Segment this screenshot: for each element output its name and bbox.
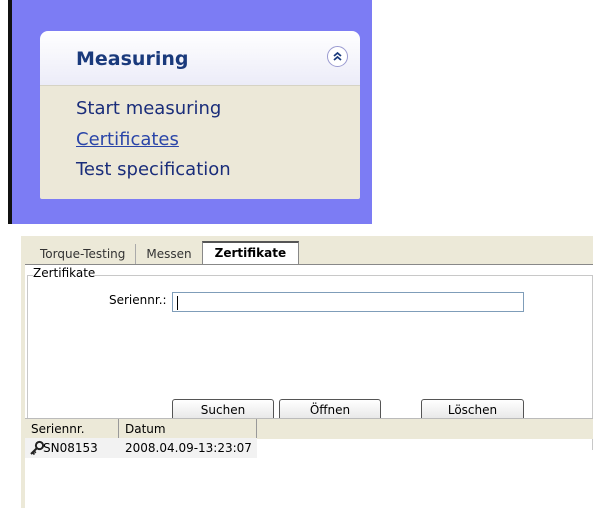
certificates-window: Torque-Testing Messen Zertifikate Zertif… (21, 236, 593, 509)
cell-date: 2008.04.09-13:23:07 (125, 441, 252, 455)
task-group-header[interactable]: Measuring (40, 31, 360, 85)
link-test-specification[interactable]: Test specification (76, 159, 231, 180)
tab-strip: Torque-Testing Messen Zertifikate (30, 241, 300, 264)
group-title: Zertifikate (33, 266, 96, 280)
task-group-body: Start measuring Certificates Test specif… (40, 85, 360, 199)
list-header: Seriennr. Datum (25, 418, 593, 439)
serial-label: Seriennr.: (109, 293, 167, 307)
tab-messen[interactable]: Messen (136, 244, 201, 264)
tab-torque-testing[interactable]: Torque-Testing (30, 244, 137, 264)
chevron-double-up-icon[interactable] (327, 46, 348, 67)
text-caret (177, 296, 178, 310)
tab-zertifikate[interactable]: Zertifikate (201, 241, 300, 264)
column-header-serial[interactable]: Seriennr. (25, 419, 119, 439)
serial-input[interactable] (172, 292, 524, 312)
task-group-measuring: Measuring Start measuring Certificates T… (40, 31, 360, 199)
task-pane: Measuring Start measuring Certificates T… (8, 0, 372, 224)
link-certificates[interactable]: Certificates (76, 129, 179, 150)
tab-panel-zertifikate: Zertifikate Seriennr.: Suchen Öffnen Lös… (25, 264, 593, 509)
task-group-title: Measuring (76, 48, 189, 70)
cell-serial: SN08153 (43, 441, 98, 455)
table-row[interactable]: SN08153 2008.04.09-13:23:07 (25, 438, 593, 458)
link-start-measuring[interactable]: Start measuring (76, 98, 221, 119)
column-header-date[interactable]: Datum (119, 419, 257, 439)
